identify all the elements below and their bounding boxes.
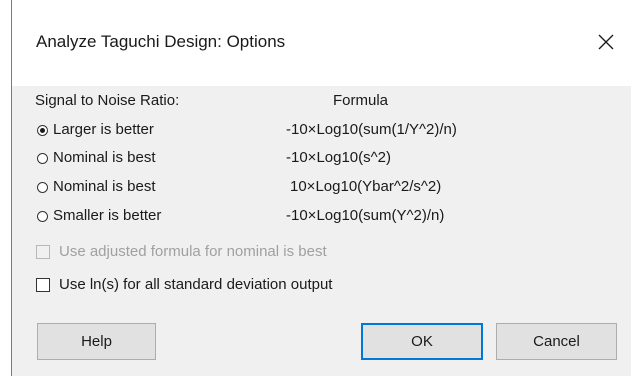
- radio-label: Nominal is best: [53, 149, 156, 166]
- formula-nominal-is-best-1: -10×Log10(s^2): [286, 149, 392, 166]
- checkbox-label: Use adjusted formula for nominal is best: [59, 243, 327, 260]
- dialog-title: Analyze Taguchi Design: Options: [36, 32, 286, 51]
- formula-smaller-is-better: -10×Log10(sum(Y^2)/n): [286, 207, 445, 224]
- radio-larger-is-better[interactable]: Larger is better: [35, 121, 235, 143]
- radio-nominal-is-best-2[interactable]: Nominal is best: [35, 178, 235, 200]
- close-button[interactable]: [586, 22, 626, 62]
- radio-button[interactable]: [37, 153, 48, 164]
- formula-larger-is-better: -10×Log10(sum(1/Y^2)/n): [286, 121, 457, 138]
- radio-label: Nominal is best: [53, 178, 156, 195]
- help-button[interactable]: Help: [37, 323, 156, 360]
- ok-button[interactable]: OK: [361, 323, 483, 360]
- checkbox-box[interactable]: [36, 278, 50, 292]
- formula-column-label: Formula: [333, 92, 389, 109]
- radio-button[interactable]: [37, 211, 48, 222]
- close-icon: [598, 34, 614, 50]
- checkbox-label: Use ln(s) for all standard deviation out…: [59, 276, 333, 293]
- title-bar: Analyze Taguchi Design: Options: [12, 0, 632, 86]
- radio-button[interactable]: [37, 125, 48, 136]
- checkbox-box: [36, 245, 50, 259]
- radio-nominal-is-best-1[interactable]: Nominal is best: [35, 149, 235, 171]
- formula-nominal-is-best-2: 10×Log10(Ybar^2/s^2): [290, 178, 442, 195]
- checkbox-adjusted-formula: Use adjusted formula for nominal is best: [35, 243, 595, 267]
- options-dialog: Analyze Taguchi Design: Options Signal t…: [11, 0, 632, 376]
- signal-to-noise-label: Signal to Noise Ratio:: [35, 92, 180, 109]
- radio-smaller-is-better[interactable]: Smaller is better: [35, 207, 235, 229]
- cancel-button[interactable]: Cancel: [496, 323, 617, 360]
- radio-button[interactable]: [37, 182, 48, 193]
- radio-label: Larger is better: [53, 121, 154, 138]
- radio-label: Smaller is better: [53, 207, 162, 224]
- radio-selected-dot: [40, 128, 45, 133]
- checkbox-use-ln-s[interactable]: Use ln(s) for all standard deviation out…: [35, 276, 595, 300]
